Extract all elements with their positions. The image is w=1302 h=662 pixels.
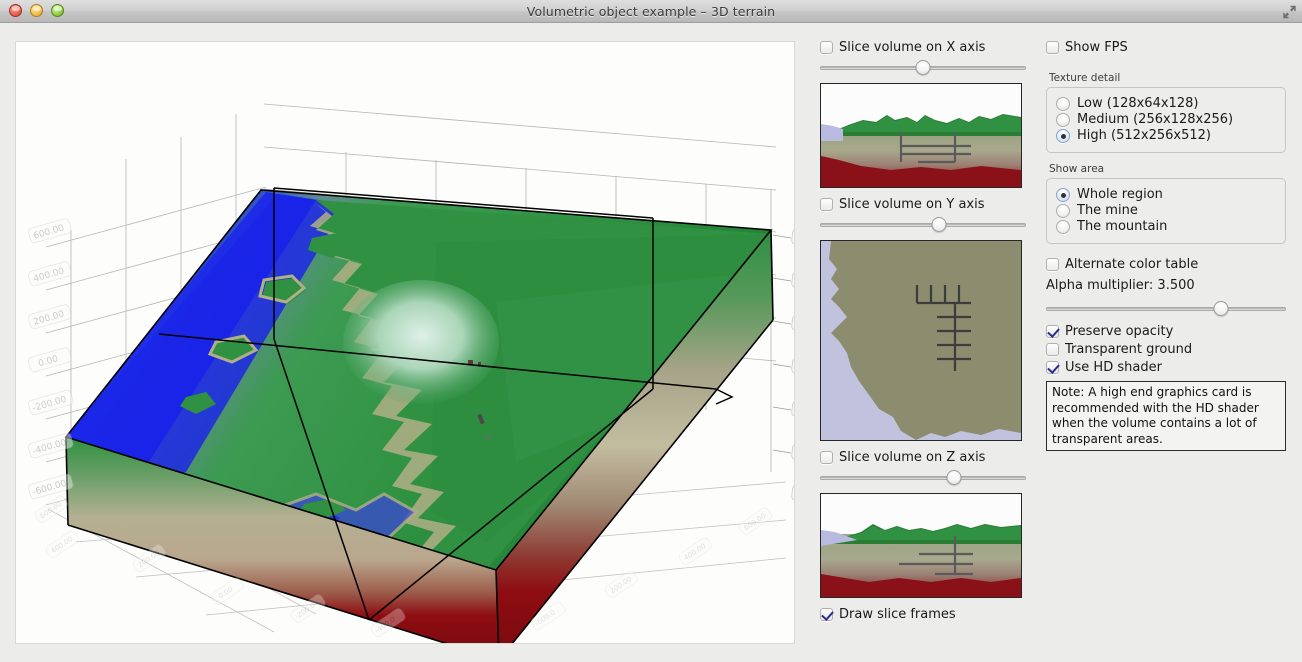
3d-terrain-view[interactable]: 600.00 400.00 200.00 0.00 [15, 41, 795, 644]
preserve-opacity-row[interactable]: Preserve opacity [1046, 324, 1286, 339]
texture-detail-group-label: Texture detail [1049, 72, 1286, 84]
texture-detail-section: Texture detail Low (128x64x128) Medium (… [1046, 72, 1286, 153]
alpha-multiplier-label: Alpha multiplier: 3.500 [1046, 278, 1286, 293]
slice-y-label: Slice volume on Y axis [839, 197, 985, 212]
texture-detail-label-high: High (512x256x512) [1077, 128, 1211, 143]
slice-y-checkbox[interactable] [820, 198, 833, 211]
show-fps-checkbox[interactable] [1046, 41, 1059, 54]
alpha-multiplier-section: Alpha multiplier: 3.500 [1046, 278, 1286, 317]
texture-detail-label-medium: Medium (256x128x256) [1077, 112, 1233, 127]
transparent-ground-label: Transparent ground [1065, 342, 1192, 357]
application-window: Volumetric object example – 3D terrain [0, 0, 1302, 662]
slice-y-slider[interactable] [820, 217, 1026, 233]
alternate-color-table-row[interactable]: Alternate color table [1046, 257, 1286, 272]
window-title: Volumetric object example – 3D terrain [527, 4, 775, 19]
preserve-opacity-checkbox[interactable] [1046, 325, 1059, 338]
slice-x-slider[interactable] [820, 60, 1026, 76]
slice-x-label: Slice volume on X axis [839, 40, 985, 55]
slice-preview-y[interactable] [820, 240, 1022, 441]
texture-detail-radio-high[interactable] [1056, 129, 1070, 143]
use-hd-shader-row[interactable]: Use HD shader [1046, 360, 1286, 375]
transparent-ground-row[interactable]: Transparent ground [1046, 342, 1286, 357]
slice-x-checkbox-row[interactable]: Slice volume on X axis [820, 40, 1026, 55]
slice-y-slider-track [820, 223, 1026, 227]
draw-slice-frames-checkbox[interactable] [820, 608, 833, 621]
close-button[interactable] [9, 4, 22, 17]
draw-slice-frames-row[interactable]: Draw slice frames [820, 607, 1026, 622]
axis-labels-right: 600.00 400.00 200.00 0.00 [773, 229, 794, 505]
show-area-radio-the-mountain[interactable] [1056, 220, 1070, 234]
show-area-radio-whole-region[interactable] [1056, 188, 1070, 202]
show-area-option-the-mountain[interactable]: The mountain [1056, 219, 1276, 234]
show-area-section: Show area Whole region The mine The moun… [1046, 163, 1286, 244]
alpha-multiplier-slider[interactable] [1046, 301, 1286, 317]
preserve-opacity-label: Preserve opacity [1065, 324, 1173, 339]
show-area-group-label: Show area [1049, 163, 1286, 175]
slice-z-checkbox[interactable] [820, 451, 833, 464]
options-column: Show FPS Texture detail Low (128x64x128)… [1046, 40, 1286, 451]
show-area-label-whole-region: Whole region [1077, 187, 1163, 202]
show-area-label-the-mine: The mine [1077, 203, 1138, 218]
slice-z-checkbox-row[interactable]: Slice volume on Z axis [820, 450, 1026, 465]
slice-x-checkbox[interactable] [820, 41, 833, 54]
show-area-radio-the-mine[interactable] [1056, 204, 1070, 218]
texture-detail-option-high[interactable]: High (512x256x512) [1056, 128, 1276, 143]
slice-z-slider-track [820, 476, 1026, 480]
slice-preview-x[interactable] [820, 83, 1022, 188]
use-hd-shader-label: Use HD shader [1065, 360, 1162, 375]
zoom-button[interactable] [51, 4, 64, 17]
hd-shader-note: Note: A high end graphics card is recomm… [1046, 381, 1286, 451]
alternate-color-table-label: Alternate color table [1065, 257, 1198, 272]
slice-z-slider-knob[interactable] [946, 470, 961, 485]
texture-detail-label-low: Low (128x64x128) [1077, 96, 1198, 111]
traffic-light-group [9, 4, 64, 17]
slice-z-slider[interactable] [820, 470, 1026, 486]
title-bar: Volumetric object example – 3D terrain [0, 0, 1302, 23]
fullscreen-icon[interactable] [1280, 3, 1298, 20]
slice-y-slider-knob[interactable] [932, 217, 947, 232]
show-fps-row[interactable]: Show FPS [1046, 40, 1286, 55]
show-area-option-the-mine[interactable]: The mine [1056, 203, 1276, 218]
use-hd-shader-checkbox[interactable] [1046, 361, 1059, 374]
slice-x-slider-knob[interactable] [916, 60, 931, 75]
texture-detail-radio-low[interactable] [1056, 97, 1070, 111]
show-fps-label: Show FPS [1065, 40, 1128, 55]
alpha-multiplier-slider-track [1046, 307, 1286, 311]
texture-detail-option-medium[interactable]: Medium (256x128x256) [1056, 112, 1276, 127]
alternate-color-table-checkbox[interactable] [1046, 258, 1059, 271]
slice-preview-z[interactable] [820, 493, 1022, 598]
transparent-ground-checkbox[interactable] [1046, 343, 1059, 356]
show-area-label-the-mountain: The mountain [1077, 219, 1167, 234]
show-area-group: Whole region The mine The mountain [1046, 178, 1286, 244]
texture-detail-radio-medium[interactable] [1056, 113, 1070, 127]
texture-detail-group: Low (128x64x128) Medium (256x128x256) Hi… [1046, 87, 1286, 153]
slice-z-label: Slice volume on Z axis [839, 450, 985, 465]
slice-y-checkbox-row[interactable]: Slice volume on Y axis [820, 197, 1026, 212]
show-area-option-whole-region[interactable]: Whole region [1056, 187, 1276, 202]
texture-detail-option-low[interactable]: Low (128x64x128) [1056, 96, 1276, 111]
minimize-button[interactable] [30, 4, 43, 17]
terrain-canvas: 600.00 400.00 200.00 0.00 [16, 42, 794, 643]
draw-slice-frames-label: Draw slice frames [839, 607, 956, 622]
alpha-multiplier-slider-knob[interactable] [1214, 301, 1229, 316]
slice-controls-column: Slice volume on X axis [820, 40, 1026, 622]
